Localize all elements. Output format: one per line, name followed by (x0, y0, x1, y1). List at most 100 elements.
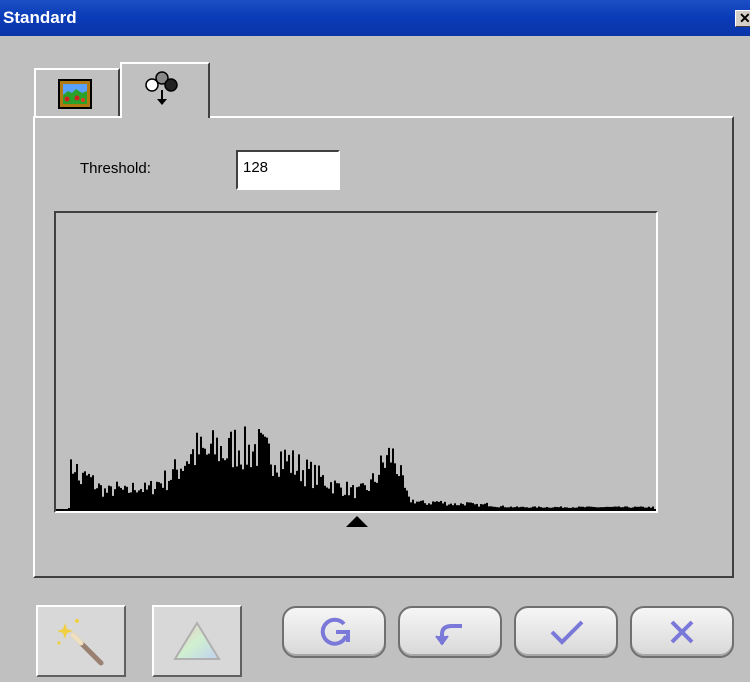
histogram-bar (560, 506, 562, 509)
histogram-bar (466, 502, 468, 509)
histogram-bar (280, 451, 282, 509)
histogram-bar (82, 472, 84, 509)
histogram-bar (404, 487, 406, 509)
histogram-bar (416, 501, 418, 509)
histogram-bar (496, 507, 498, 509)
histogram-bar (78, 480, 80, 509)
histogram-bar (608, 506, 610, 509)
histogram-bar (90, 477, 92, 509)
histogram-bar (636, 506, 638, 509)
ok-button[interactable] (514, 606, 618, 658)
histogram-bar (530, 507, 532, 509)
histogram-bar (410, 502, 412, 509)
histogram-bar (270, 464, 272, 509)
histogram-bar (632, 507, 634, 509)
reset-button[interactable] (282, 606, 386, 658)
tab-image[interactable] (34, 68, 120, 116)
auto-magic-button[interactable] (36, 605, 126, 677)
histogram-bar (208, 453, 210, 509)
histogram-bar (580, 506, 582, 509)
histogram-bar (540, 507, 542, 509)
histogram-bar (626, 506, 628, 509)
histogram-bar (152, 494, 154, 509)
threshold-label: Threshold: (80, 160, 151, 177)
histogram-bar (618, 506, 620, 509)
histogram-bar (390, 462, 392, 509)
histogram-bar (186, 461, 188, 509)
histogram-bar (512, 507, 514, 509)
histogram-bar (562, 507, 564, 509)
histogram-bar (110, 486, 112, 509)
histogram-bar (524, 507, 526, 509)
histogram-bar (226, 458, 228, 509)
histogram-bar (118, 486, 120, 509)
close-button[interactable]: ✕ (735, 10, 750, 27)
histogram-bar (356, 487, 358, 509)
threshold-input[interactable]: 128 (236, 150, 340, 190)
histogram-bar (256, 465, 258, 509)
histogram-bar (430, 504, 432, 509)
histogram-bar (180, 468, 182, 509)
histogram-bar (472, 503, 474, 509)
histogram-bar (418, 501, 420, 509)
color-triangle-button[interactable] (152, 605, 242, 677)
histogram-bar (546, 506, 548, 509)
histogram-bar (272, 475, 274, 509)
magic-wand-icon (57, 619, 104, 666)
histogram-bar (286, 461, 288, 509)
histogram-bar (396, 474, 398, 509)
histogram-bar (606, 506, 608, 509)
histogram-bar (178, 478, 180, 509)
histogram-bar (568, 507, 570, 509)
histogram-bar (330, 482, 332, 509)
histogram-bar (148, 485, 150, 509)
histogram-bar (238, 450, 240, 509)
histogram-bar (364, 485, 366, 509)
histogram-bar (264, 436, 266, 509)
threshold-marker[interactable] (346, 516, 368, 527)
histogram-bar (420, 500, 422, 509)
histogram-bar (432, 501, 434, 509)
undo-arrow-icon (435, 624, 462, 646)
histogram-bar (202, 447, 204, 509)
histogram-bar (158, 482, 160, 509)
histogram-bar (536, 507, 538, 509)
refresh-icon (320, 617, 350, 646)
window-title: Standard (3, 8, 77, 27)
histogram-bar (350, 487, 352, 509)
undo-button[interactable] (398, 606, 502, 658)
histogram-bar (308, 468, 310, 509)
histogram-bar (646, 507, 648, 509)
histogram-bar (508, 507, 510, 509)
histogram-bar (610, 506, 612, 509)
histogram-bar (214, 454, 216, 509)
histogram-bar (450, 503, 452, 509)
histogram-bar (366, 489, 368, 509)
histogram-bar (534, 506, 536, 509)
histogram-bar (486, 502, 488, 509)
histogram-bar (76, 464, 78, 509)
histogram-bar (184, 465, 186, 509)
histogram-bar (402, 475, 404, 509)
histogram-bar (318, 465, 320, 509)
histogram-bar (244, 426, 246, 509)
histogram-bar (376, 482, 378, 509)
histogram-bar (260, 432, 262, 509)
histogram-bar (222, 458, 224, 509)
tab-threshold[interactable] (120, 62, 210, 118)
histogram-bar (570, 507, 572, 509)
histogram-bar (428, 503, 430, 509)
histogram-bar (174, 459, 176, 509)
histogram-bar (424, 503, 426, 509)
histogram-bar (162, 487, 164, 509)
histogram-bar (86, 475, 88, 509)
histogram-bar (474, 504, 476, 509)
cancel-button[interactable] (630, 606, 734, 658)
histogram-bar (384, 467, 386, 509)
histogram-bar (242, 469, 244, 509)
histogram-bar (104, 488, 106, 509)
histogram-bar (334, 480, 336, 509)
histogram-bar (288, 454, 290, 509)
histogram-bar (212, 430, 214, 509)
histogram-bar (200, 436, 202, 509)
